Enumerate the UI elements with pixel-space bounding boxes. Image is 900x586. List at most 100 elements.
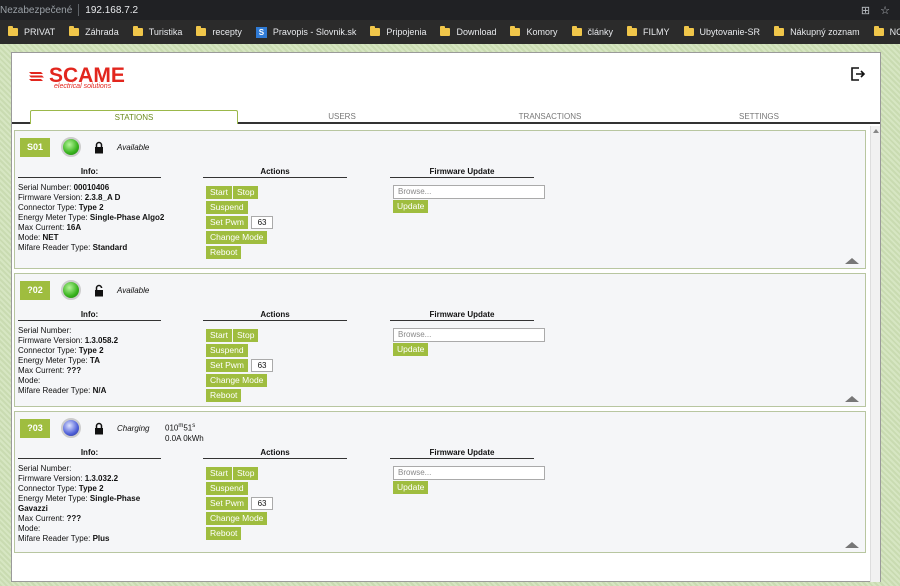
actions-header: Actions <box>203 310 347 321</box>
suspend-button[interactable]: Suspend <box>206 482 248 495</box>
bookmark-item[interactable]: Download <box>440 26 496 37</box>
update-button[interactable]: Update <box>393 343 429 356</box>
pwm-input[interactable]: 63 <box>251 359 274 372</box>
reboot-button[interactable]: Reboot <box>206 389 242 402</box>
change-mode-button[interactable]: Change Mode <box>206 512 268 525</box>
suspend-button[interactable]: Suspend <box>206 344 248 357</box>
bookmark-label: FILMY <box>643 27 670 37</box>
logout-icon[interactable] <box>850 66 866 82</box>
bookmark-item[interactable]: Pripojenia <box>370 26 427 37</box>
set-pwm-button[interactable]: Set Pwm <box>206 359 249 372</box>
set-pwm-button[interactable]: Set Pwm <box>206 497 249 510</box>
firmware-header: Firmware Update <box>390 310 534 321</box>
meter-row: Energy Meter Type: TA <box>18 356 100 365</box>
actions-header: Actions <box>203 448 347 459</box>
stop-button[interactable]: Stop <box>232 467 259 480</box>
status-led-icon <box>61 418 81 438</box>
bookmark-item[interactable]: Turistika <box>132 26 182 37</box>
suspend-button[interactable]: Suspend <box>206 201 248 214</box>
change-mode-button[interactable]: Change Mode <box>206 231 268 244</box>
collapse-arrow-icon[interactable] <box>845 258 859 264</box>
charging-energy: 0.0A 0kWh <box>165 433 204 443</box>
bookmark-item[interactable]: PRIVAT <box>8 26 55 37</box>
browser-address-bar[interactable]: Nezabezpečené 192.168.7.2 ⊞ ☆ <box>0 0 900 20</box>
bookmark-label: Pravopis - Slovnik.sk <box>272 27 357 37</box>
firmware-file-input[interactable]: Browse... <box>393 466 545 480</box>
update-button[interactable]: Update <box>393 481 429 494</box>
tab-users[interactable]: USERS <box>238 110 446 124</box>
tab-stations[interactable]: STATIONS <box>30 110 238 124</box>
start-button[interactable]: Start <box>206 186 232 199</box>
vertical-scrollbar[interactable] <box>870 126 880 582</box>
firmware-file-input[interactable]: Browse... <box>393 328 545 342</box>
bookmark-item[interactable]: NOTY <box>873 26 900 37</box>
folder-icon <box>873 26 884 36</box>
serial-row: Serial Number: <box>18 326 72 335</box>
reboot-button[interactable]: Reboot <box>206 246 242 259</box>
app-header: SCAME electrical solutions STATIONS USER… <box>12 53 880 124</box>
bookmark-label: Pripojenia <box>386 27 427 37</box>
security-indicator[interactable]: Nezabezpečené <box>0 5 72 16</box>
main-tabs: STATIONS USERS TRANSACTIONS SETTINGS <box>12 110 880 124</box>
bookmark-item[interactable]: recepty <box>196 26 242 37</box>
station-info: Serial Number: Firmware Version: 1.3.058… <box>18 326 168 396</box>
stations-list: S01 Available Info: Actions Firmware Upd… <box>12 126 880 582</box>
station-actions: Start Stop Suspend Set Pwm 63 Change Mode … <box>206 328 356 403</box>
bookmark-star-icon[interactable]: ☆ <box>880 4 890 17</box>
lock-icon[interactable] <box>94 422 104 435</box>
bookmark-item[interactable]: články <box>571 26 613 37</box>
folder-icon <box>132 26 143 36</box>
station-id-badge[interactable]: S01 <box>20 138 50 157</box>
firmware-header: Firmware Update <box>390 448 534 459</box>
scroll-up-icon[interactable] <box>873 129 879 133</box>
folder-icon <box>774 26 785 36</box>
start-button[interactable]: Start <box>206 329 232 342</box>
folder-icon <box>627 26 638 36</box>
fw-version-row: Firmware Version: 1.3.058.2 <box>18 336 119 345</box>
update-button[interactable]: Update <box>393 200 429 213</box>
collapse-arrow-icon[interactable] <box>845 542 859 548</box>
mifare-row: Mifare Reader Type: Standard <box>18 243 128 252</box>
translate-icon[interactable]: ⊞ <box>861 4 870 17</box>
bookmark-item[interactable]: Komory <box>510 26 558 37</box>
station-status: Charging <box>117 424 150 433</box>
fw-version-row: Firmware Version: 1.3.032.2 <box>18 474 119 483</box>
bookmark-item[interactable]: Nákupný zoznam <box>774 26 860 37</box>
bookmark-label: NOTY <box>889 27 900 37</box>
status-led-icon <box>61 137 81 157</box>
start-button[interactable]: Start <box>206 467 232 480</box>
collapse-arrow-icon[interactable] <box>845 396 859 402</box>
tab-settings[interactable]: SETTINGS <box>654 110 864 124</box>
serial-row: Serial Number: <box>18 464 72 473</box>
site-favicon-icon: S <box>255 26 267 38</box>
bookmark-item[interactable]: Ubytovanie-SR <box>683 26 760 37</box>
max-current-row: Max Current: ??? <box>18 366 82 375</box>
stop-button[interactable]: Stop <box>232 329 259 342</box>
reboot-button[interactable]: Reboot <box>206 527 242 540</box>
status-led-icon <box>61 280 81 300</box>
lock-icon[interactable] <box>94 141 104 154</box>
change-mode-button[interactable]: Change Mode <box>206 374 268 387</box>
folder-icon <box>196 26 207 36</box>
station-actions: Start Stop Suspend Set Pwm 63 Change Mode … <box>206 466 356 541</box>
firmware-file-input[interactable]: Browse... <box>393 185 545 199</box>
bookmark-label: Komory <box>526 27 558 37</box>
bookmark-item[interactable]: S Pravopis - Slovnik.sk <box>255 26 357 38</box>
stop-button[interactable]: Stop <box>232 186 259 199</box>
bookmark-item[interactable]: FILMY <box>627 26 670 37</box>
station-id-badge[interactable]: ?02 <box>20 281 50 300</box>
set-pwm-button[interactable]: Set Pwm <box>206 216 249 229</box>
station-info: Serial Number: 00010406 Firmware Version… <box>18 183 168 253</box>
pwm-input[interactable]: 63 <box>251 216 274 229</box>
folder-icon <box>683 26 694 36</box>
unlock-icon[interactable] <box>94 284 104 297</box>
pwm-input[interactable]: 63 <box>251 497 274 510</box>
url-text[interactable]: 192.168.7.2 <box>85 5 138 16</box>
divider <box>78 4 80 16</box>
bookmark-label: recepty <box>212 27 242 37</box>
tab-transactions[interactable]: TRANSACTIONS <box>446 110 654 124</box>
folder-icon <box>440 26 451 36</box>
station-id-badge[interactable]: ?03 <box>20 419 50 438</box>
mifare-row: Mifare Reader Type: N/A <box>18 386 107 395</box>
bookmark-item[interactable]: Záhrada <box>69 26 119 37</box>
